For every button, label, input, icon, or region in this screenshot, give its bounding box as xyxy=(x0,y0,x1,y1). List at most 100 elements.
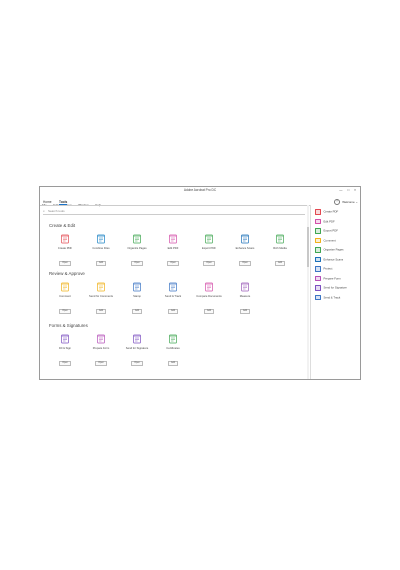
tool-tile[interactable]: Send & Track Add xyxy=(155,282,191,316)
tool-label: Fill & Sign xyxy=(58,347,72,350)
tool-tile[interactable]: Create PDF Open xyxy=(47,234,83,268)
tool-action-button[interactable]: Open xyxy=(167,261,179,267)
tool-label: Certificates xyxy=(166,347,180,350)
tool-tile[interactable]: Measure Add xyxy=(227,282,263,316)
tool-tile[interactable]: Certificates Add xyxy=(155,334,191,368)
right-pane-item[interactable]: Comment xyxy=(315,237,336,243)
scrollbar-thumb[interactable] xyxy=(307,227,309,267)
right-pane-item[interactable]: Prepare Form xyxy=(315,275,341,281)
tool-action-button[interactable]: Add xyxy=(95,261,107,267)
prepare-form-icon xyxy=(97,334,105,344)
tool-action-button[interactable]: Open xyxy=(59,361,71,367)
right-pane-label: Prepare Form xyxy=(323,275,341,280)
send-for-comments-icon xyxy=(97,282,105,292)
right-pane-label: Export PDF xyxy=(323,228,338,233)
acrobat-window: Adobe Acrobat Pro DC — □ × File Edit Vie… xyxy=(39,186,361,380)
tool-action-button[interactable]: Open xyxy=(203,261,215,267)
right-pane-label: Send & Track xyxy=(323,294,341,299)
comment-icon xyxy=(315,237,321,243)
tool-tile[interactable]: Send for Signature Open xyxy=(119,334,155,368)
tool-action-button[interactable]: Add xyxy=(239,309,251,315)
tool-label: Measure xyxy=(239,295,251,298)
tool-action-button[interactable]: Open xyxy=(239,261,251,267)
tool-tile[interactable]: Comment Open xyxy=(47,282,83,316)
right-pane-label: Enhance Scans xyxy=(323,256,344,261)
send-track-icon xyxy=(315,294,321,300)
right-pane-item[interactable]: Edit PDF xyxy=(315,218,335,224)
tool-tile[interactable]: Prepare Form Open xyxy=(83,334,119,368)
tool-action-button[interactable]: Open xyxy=(59,261,71,267)
tool-tile[interactable]: Compare Documents Add xyxy=(191,282,227,316)
export-pdf-icon xyxy=(315,228,321,234)
tab-tools[interactable]: Tools xyxy=(59,200,68,205)
user-menu[interactable]: Welcome ⌄ xyxy=(342,200,358,204)
tool-label: Stamp xyxy=(133,295,141,298)
tool-tile[interactable]: Enhance Scans Open xyxy=(227,234,263,268)
edit-pdf-icon xyxy=(315,218,321,224)
comment-icon xyxy=(61,282,69,292)
tool-tile[interactable]: Combine Files Add xyxy=(83,234,119,268)
tool-label: Compare Documents xyxy=(196,295,222,298)
tool-action-button[interactable]: Add xyxy=(131,309,143,315)
tab-home[interactable]: Home xyxy=(43,200,52,204)
compare-documents-icon xyxy=(205,282,213,292)
combine-files-icon xyxy=(97,234,105,244)
right-tools-pane: Create PDF Edit PDF Export PDF Comment Organ… xyxy=(310,205,360,379)
right-pane-label: Organize Pages xyxy=(323,247,344,252)
right-pane-item[interactable]: Enhance Scans xyxy=(315,256,344,262)
search-tools-box[interactable]: ⌕ Search tools xyxy=(43,208,305,215)
right-pane-item[interactable]: Send & Track xyxy=(315,294,341,300)
tool-tile[interactable]: Stamp Add xyxy=(119,282,155,316)
tool-label: Send for Signature xyxy=(125,347,149,350)
tool-label: Enhance Scans xyxy=(235,247,255,250)
tool-action-button[interactable]: Open xyxy=(131,261,143,267)
send-for-signature-icon xyxy=(133,334,141,344)
tool-label: Export PDF xyxy=(202,247,216,250)
right-pane-item[interactable]: Organize Pages xyxy=(315,247,344,253)
tool-label: Edit PDF xyxy=(167,247,179,250)
window-title: Adobe Acrobat Pro DC xyxy=(183,187,217,192)
create-pdf-icon xyxy=(61,234,69,244)
tool-action-button[interactable]: Add xyxy=(167,361,179,367)
window-controls[interactable]: — □ × xyxy=(339,188,358,192)
scrollbar[interactable] xyxy=(307,205,309,379)
organize-pages-icon xyxy=(315,247,321,253)
right-pane-label: Create PDF xyxy=(323,209,339,214)
tool-action-button[interactable]: Add xyxy=(274,261,286,267)
enhance-scans-icon xyxy=(315,256,321,262)
stamp-icon xyxy=(133,282,141,292)
tool-tile[interactable]: Organize Pages Open xyxy=(119,234,155,268)
rich-media-icon xyxy=(276,234,284,244)
tool-tile[interactable]: Edit PDF Open xyxy=(155,234,191,268)
right-pane-item[interactable]: Send for Signature xyxy=(315,285,347,291)
tool-label: Send & Track xyxy=(164,295,182,298)
prepare-form-icon xyxy=(315,275,321,281)
certificates-icon xyxy=(169,334,177,344)
right-pane-label: Comment xyxy=(323,237,336,242)
search-placeholder: Search tools xyxy=(48,209,65,214)
tool-action-button[interactable]: Open xyxy=(59,309,71,315)
right-pane-item[interactable]: Export PDF xyxy=(315,228,338,234)
tool-action-button[interactable]: Add xyxy=(95,309,107,315)
create-pdf-icon xyxy=(315,209,321,215)
tool-action-button[interactable]: Open xyxy=(95,361,107,367)
right-pane-item[interactable]: Protect xyxy=(315,266,333,272)
send-track-icon xyxy=(169,282,177,292)
tool-tile[interactable]: Export PDF Open xyxy=(191,234,227,268)
tool-action-button[interactable]: Add xyxy=(167,309,179,315)
edit-pdf-icon xyxy=(169,234,177,244)
tool-action-button[interactable]: Open xyxy=(131,361,143,367)
right-pane-item[interactable]: Create PDF xyxy=(315,209,339,215)
tool-tile[interactable]: Rich Media Add xyxy=(262,234,298,268)
tool-action-button[interactable]: Add xyxy=(203,309,215,315)
search-icon: ⌕ xyxy=(43,209,45,213)
tool-tile[interactable]: Send for Comments Add xyxy=(83,282,119,316)
tool-tile[interactable]: Fill & Sign Open xyxy=(47,334,83,368)
right-pane-label: Protect xyxy=(323,266,333,271)
fill-sign-icon xyxy=(61,334,69,344)
export-pdf-icon xyxy=(205,234,213,244)
tool-label: Rich Media xyxy=(273,247,287,250)
section-title: Create & Edit xyxy=(49,223,76,228)
tool-label: Create PDF xyxy=(57,247,73,250)
right-pane-label: Edit PDF xyxy=(323,218,335,223)
